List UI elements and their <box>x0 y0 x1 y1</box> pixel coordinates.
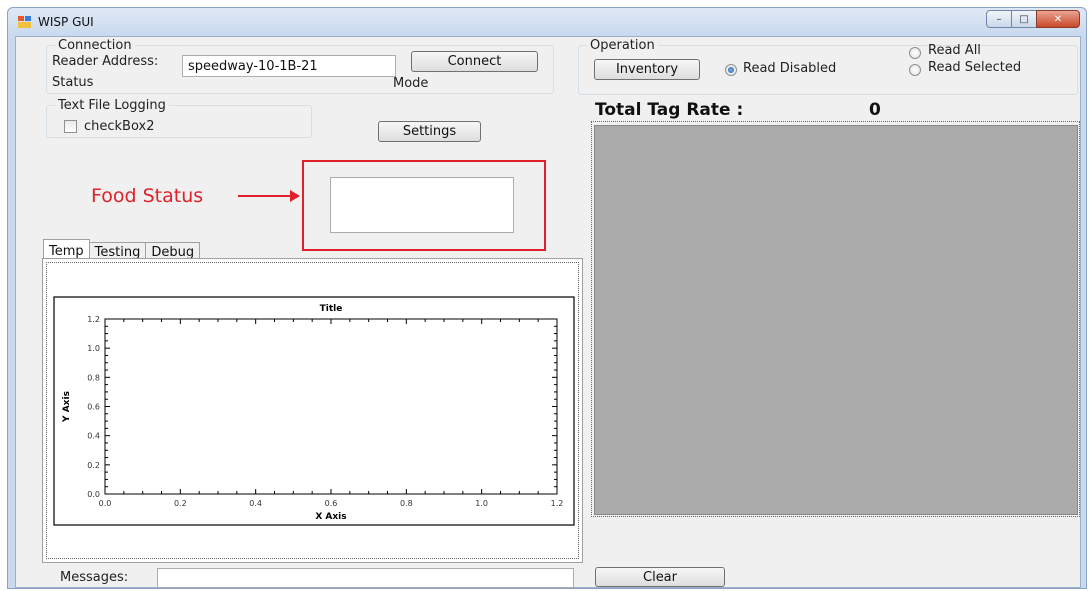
x-tick-label: 0.0 <box>99 499 112 508</box>
title-bar[interactable]: WISP GUI – □ ✕ <box>8 8 1086 36</box>
read-selected-label: Read Selected <box>928 60 1022 75</box>
app-icon <box>18 16 32 28</box>
client-area: Connection Reader Address: Connect Statu… <box>15 36 1081 588</box>
x-tick-label: 1.2 <box>551 499 564 508</box>
x-axis-label: X Axis <box>315 512 346 522</box>
read-all-radio[interactable] <box>909 47 921 59</box>
connect-button[interactable]: Connect <box>411 51 538 72</box>
status-label: Status <box>52 75 94 90</box>
chart-frame <box>53 296 575 526</box>
read-selected-radio[interactable] <box>909 64 921 76</box>
annotation-arrow-icon <box>238 190 300 202</box>
tag-display-panel <box>594 125 1078 515</box>
close-icon[interactable]: ✕ <box>1036 10 1080 28</box>
chart-title: Title <box>320 304 343 314</box>
y-tick-label: 0.6 <box>87 403 100 412</box>
read-all-label: Read All <box>928 43 981 58</box>
y-tick-label: 0.0 <box>87 490 100 499</box>
temp-chart: 0.0 0.2 0.4 0.6 0.8 1.0 1.2 0.0 0.2 0.4 0.6 0.8 1.0 1… <box>53 296 575 526</box>
operation-group-label: Operation <box>590 38 655 53</box>
y-tick-label: 0.4 <box>87 432 100 441</box>
maximize-icon[interactable]: □ <box>1011 10 1037 28</box>
minimize-icon[interactable]: – <box>986 10 1012 28</box>
food-status-annotation: Food Status <box>91 185 204 207</box>
reader-address-input[interactable] <box>182 55 396 77</box>
read-disabled-label: Read Disabled <box>743 61 837 76</box>
app-window: WISP GUI – □ ✕ Connection Reader Address… <box>7 7 1087 589</box>
clear-button[interactable]: Clear <box>595 567 725 587</box>
y-tick-label: 0.8 <box>87 373 100 382</box>
logging-group-label: Text File Logging <box>58 98 166 113</box>
tab-panel-temp: 0.0 0.2 0.4 0.6 0.8 1.0 1.2 0.0 0.2 0.4 0.6 0.8 1.0 1… <box>42 258 583 563</box>
logging-checkbox-label: checkBox2 <box>84 119 155 134</box>
connection-group-label: Connection <box>58 38 132 53</box>
total-tag-rate-value: 0 <box>869 100 881 120</box>
read-disabled-radio[interactable] <box>725 64 737 76</box>
reader-address-label: Reader Address: <box>52 54 159 69</box>
total-tag-rate-label: Total Tag Rate : <box>595 100 744 120</box>
x-tick-label: 0.4 <box>249 499 262 508</box>
y-axis-label: Y Axis <box>62 391 72 423</box>
mode-label: Mode <box>393 76 429 91</box>
food-status-display <box>330 177 514 233</box>
x-tick-label: 0.6 <box>325 499 338 508</box>
logging-checkbox[interactable] <box>64 120 77 133</box>
y-tick-label: 1.0 <box>87 344 100 353</box>
settings-button[interactable]: Settings <box>378 121 481 142</box>
x-tick-label: 1.0 <box>475 499 488 508</box>
messages-input[interactable] <box>157 568 574 588</box>
x-tick-label: 0.8 <box>400 499 413 508</box>
x-tick-label: 0.2 <box>174 499 187 508</box>
y-tick-label: 0.2 <box>87 461 100 470</box>
window-controls: – □ ✕ <box>986 10 1080 28</box>
inventory-button[interactable]: Inventory <box>594 59 700 80</box>
messages-label: Messages: <box>60 570 129 585</box>
window-title: WISP GUI <box>38 15 94 29</box>
y-tick-label: 1.2 <box>87 315 100 324</box>
